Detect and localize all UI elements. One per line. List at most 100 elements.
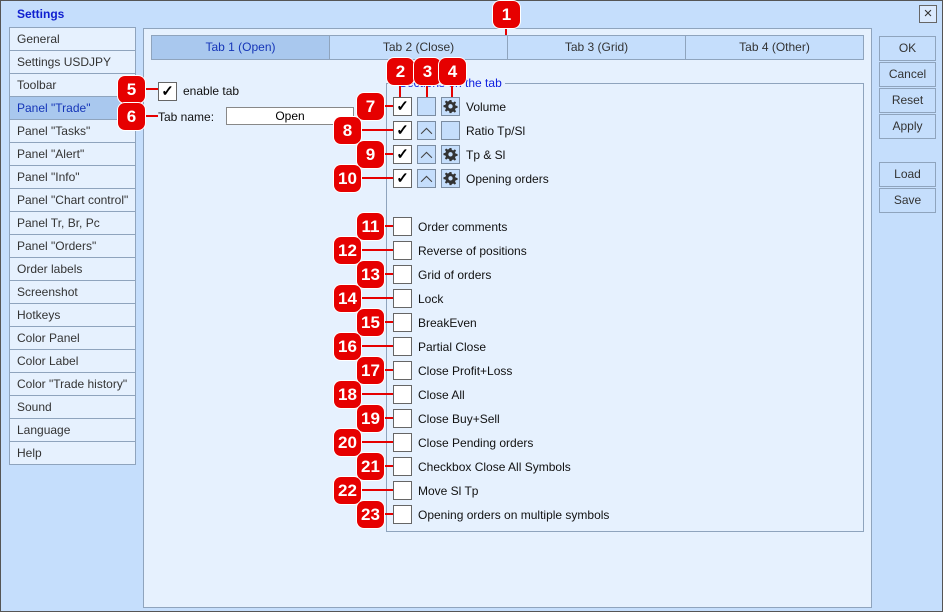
section-checkbox[interactable] <box>393 361 412 380</box>
section-checkbox[interactable] <box>393 313 412 332</box>
sidebar-item[interactable]: Panel "Alert" <box>9 142 136 166</box>
section-label: Checkbox Close All Symbols <box>418 460 571 474</box>
save-button[interactable]: Save <box>879 188 936 213</box>
section-label: Tp & Sl <box>466 148 506 162</box>
sidebar-item[interactable]: General <box>9 27 136 51</box>
empty-slot <box>417 97 436 116</box>
callout-badge: 20 <box>334 429 361 456</box>
gear-icon <box>443 171 458 186</box>
callout-badge: 1 <box>493 1 520 28</box>
section-label: Lock <box>418 292 444 306</box>
section-label: Order comments <box>418 220 508 234</box>
callout-badge: 17 <box>357 357 384 384</box>
sidebar-item[interactable]: Order labels <box>9 257 136 281</box>
sidebar-item[interactable]: Panel "Orders" <box>9 234 136 258</box>
section-label: Move Sl Tp <box>418 484 479 498</box>
enable-tab-checkbox[interactable]: ✓ <box>158 82 177 101</box>
callout-badge: 18 <box>334 381 361 408</box>
section-checkbox[interactable] <box>393 337 412 356</box>
load-button[interactable]: Load <box>879 162 936 187</box>
sidebar-item[interactable]: Screenshot <box>9 280 136 304</box>
window-title: Settings <box>17 7 65 21</box>
section-checkbox[interactable] <box>393 265 412 284</box>
section-checkbox[interactable]: ✓ <box>393 145 412 164</box>
chevron-up-icon <box>420 151 433 159</box>
sidebar-item[interactable]: Sound <box>9 395 136 419</box>
section-checkbox[interactable] <box>393 409 412 428</box>
section-checkbox[interactable] <box>393 457 412 476</box>
sidebar-item[interactable]: Panel "Trade" <box>9 96 136 120</box>
section-label: BreakEven <box>418 316 477 330</box>
section-label: Opening orders <box>466 172 549 186</box>
callout-badge: 7 <box>357 93 384 120</box>
sidebar-item[interactable]: Color Panel <box>9 326 136 350</box>
gear-icon <box>443 99 458 114</box>
callout-badge: 5 <box>118 76 145 103</box>
sidebar-item[interactable]: Panel Tr, Br, Pc <box>9 211 136 235</box>
callout-badge: 10 <box>334 165 361 192</box>
sidebar-item[interactable]: Help <box>9 441 136 465</box>
sidebar: General Settings USDJPY Toolbar Panel "Trad… <box>9 27 136 465</box>
move-up-button[interactable] <box>417 121 436 140</box>
sidebar-item[interactable]: Panel "Info" <box>9 165 136 189</box>
callout-badge: 16 <box>334 333 361 360</box>
callout-badge: 15 <box>357 309 384 336</box>
callout-badge: 6 <box>118 103 145 130</box>
tab-4[interactable]: Tab 4 (Other) <box>685 36 863 59</box>
tab-name-label: Tab name: <box>158 110 215 124</box>
settings-button[interactable] <box>441 169 460 188</box>
callout-badge: 14 <box>334 285 361 312</box>
apply-button[interactable]: Apply <box>879 114 936 139</box>
empty-slot <box>441 121 460 140</box>
callout-badge: 11 <box>357 213 384 240</box>
callout-badge: 13 <box>357 261 384 288</box>
section-checkbox[interactable] <box>393 433 412 452</box>
sidebar-item[interactable]: Settings USDJPY <box>9 50 136 74</box>
sidebar-item[interactable]: Toolbar <box>9 73 136 97</box>
section-checkbox[interactable]: ✓ <box>393 169 412 188</box>
callout-badge: 2 <box>387 58 414 85</box>
section-checkbox[interactable] <box>393 385 412 404</box>
sidebar-item[interactable]: Hotkeys <box>9 303 136 327</box>
section-label: Reverse of positions <box>418 244 527 258</box>
callout-badge: 3 <box>414 58 441 85</box>
section-checkbox[interactable]: ✓ <box>393 97 412 116</box>
sidebar-item[interactable]: Language <box>9 418 136 442</box>
section-label: Partial Close <box>418 340 487 354</box>
section-label: Grid of orders <box>418 268 492 282</box>
sidebar-item[interactable]: Panel "Tasks" <box>9 119 136 143</box>
callout-badge: 22 <box>334 477 361 504</box>
section-label: Close Profit+Loss <box>418 364 513 378</box>
tab-bar: Tab 1 (Open) Tab 2 (Close) Tab 3 (Grid) Tab… <box>151 35 864 60</box>
tab-1[interactable]: Tab 1 (Open) <box>152 36 329 59</box>
callout-badge: 21 <box>357 453 384 480</box>
section-checkbox[interactable] <box>393 505 412 524</box>
section-label: Close Buy+Sell <box>418 412 500 426</box>
sidebar-item[interactable]: Color "Trade history" <box>9 372 136 396</box>
section-label: Close Pending orders <box>418 436 534 450</box>
settings-button[interactable] <box>441 145 460 164</box>
section-label: Close All <box>418 388 465 402</box>
tab-2[interactable]: Tab 2 (Close) <box>329 36 507 59</box>
close-icon[interactable]: × <box>919 5 937 23</box>
section-checkbox[interactable] <box>393 241 412 260</box>
move-up-button[interactable] <box>417 169 436 188</box>
section-checkbox[interactable] <box>393 217 412 236</box>
chevron-up-icon <box>420 175 433 183</box>
reset-button[interactable]: Reset <box>879 88 936 113</box>
section-label: Opening orders on multiple symbols <box>418 508 610 522</box>
section-label: Ratio Tp/Sl <box>466 124 526 138</box>
sidebar-item[interactable]: Color Label <box>9 349 136 373</box>
sidebar-item[interactable]: Panel "Chart control" <box>9 188 136 212</box>
section-checkbox[interactable] <box>393 481 412 500</box>
ok-button[interactable]: OK <box>879 36 936 61</box>
chevron-up-icon <box>420 127 433 135</box>
section-checkbox[interactable]: ✓ <box>393 121 412 140</box>
gear-icon <box>443 147 458 162</box>
move-up-button[interactable] <box>417 145 436 164</box>
callout-badge: 23 <box>357 501 384 528</box>
settings-button[interactable] <box>441 97 460 116</box>
tab-3[interactable]: Tab 3 (Grid) <box>507 36 685 59</box>
cancel-button[interactable]: Cancel <box>879 62 936 87</box>
section-checkbox[interactable] <box>393 289 412 308</box>
